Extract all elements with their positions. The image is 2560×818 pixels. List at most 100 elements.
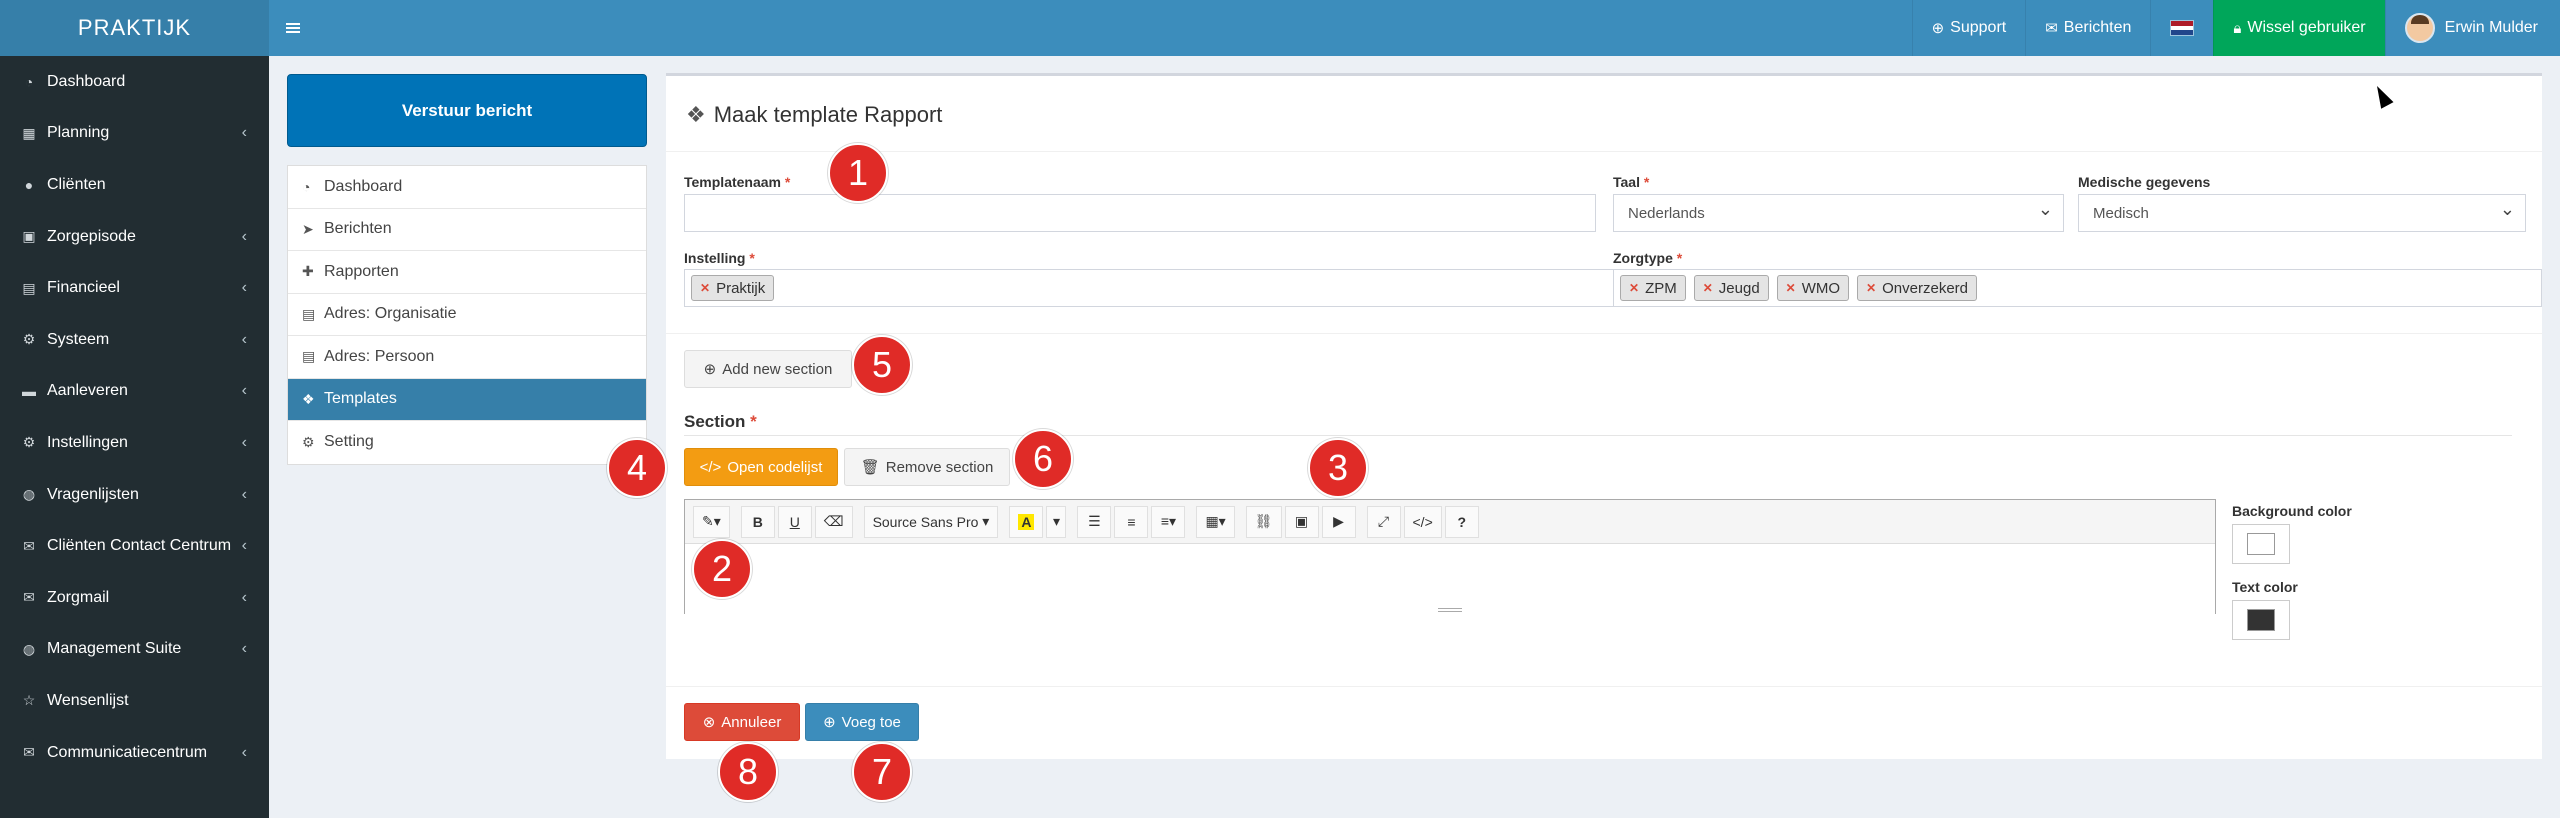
sidebar-item[interactable]: ☆ Wensenlijst bbox=[0, 675, 269, 727]
sidebar-item[interactable]: ● Cliënten bbox=[0, 159, 269, 211]
subnav-item-label: Dashboard bbox=[324, 177, 403, 195]
sidebar-item-label: Cliënten Contact Centrum bbox=[47, 537, 232, 555]
sidebar-item[interactable]: ◔ Dashboard bbox=[0, 56, 269, 108]
help-icon[interactable]: ? bbox=[1444, 505, 1479, 538]
cubes-icon: ❖ bbox=[302, 390, 315, 407]
institution-label: Instelling * bbox=[684, 250, 755, 266]
language-flag-button[interactable] bbox=[2150, 0, 2213, 56]
cogs-icon: ⚙ bbox=[22, 331, 36, 348]
messages-link[interactable]: ✉ Berichten bbox=[2025, 0, 2150, 56]
language-select[interactable]: Nederlands bbox=[1613, 194, 2064, 232]
template-name-label: Templatenaam * bbox=[684, 174, 791, 190]
sidebar-item[interactable]: ⚙ Instellingen ‹ bbox=[0, 417, 269, 469]
sidebar-item[interactable]: ▬ Aanleveren ‹ bbox=[0, 366, 269, 418]
color-dropdown-caret[interactable]: ▾ bbox=[1046, 505, 1067, 538]
subnav-item[interactable]: ❖ Templates bbox=[288, 378, 646, 421]
dashboard-icon: ◔ bbox=[302, 178, 311, 195]
sidebar-item[interactable]: ◍ Management Suite ‹ bbox=[0, 624, 269, 676]
callout-2: 2 bbox=[692, 539, 752, 599]
editor-content-area[interactable] bbox=[685, 544, 2215, 614]
align-icon[interactable]: ≡▾ bbox=[1151, 505, 1186, 538]
ordered-list-icon[interactable]: ≡ bbox=[1114, 505, 1149, 538]
sidebar-item[interactable]: ✉ Communicatiecentrum ‹ bbox=[0, 727, 269, 779]
resize-handle[interactable] bbox=[1438, 608, 1462, 612]
switch-user-button[interactable]: 🔒︎ Wissel gebruiker bbox=[2213, 0, 2385, 56]
bullet-list-icon[interactable]: ☰ bbox=[1077, 505, 1112, 538]
envelope-icon: ✉ bbox=[2045, 20, 2058, 37]
lock-icon: 🔒︎ bbox=[2233, 19, 2242, 37]
selected-tag[interactable]: ✕ Onverzekerd bbox=[1857, 275, 1977, 301]
remove-tag-icon[interactable]: ✕ bbox=[1629, 281, 1639, 295]
add-button[interactable]: ⊕ Voeg toe bbox=[805, 703, 919, 741]
chevron-left-icon: ‹ bbox=[241, 279, 247, 297]
subnav-item[interactable]: ➤ Berichten bbox=[288, 209, 646, 251]
text-color-picker[interactable] bbox=[2232, 600, 2290, 640]
sidebar-item-label: Aanleveren bbox=[47, 382, 128, 400]
callout-5: 5 bbox=[852, 335, 912, 395]
chevron-left-icon: ‹ bbox=[241, 485, 247, 503]
subnav-item[interactable]: ◔ Dashboard bbox=[288, 166, 646, 209]
user-menu[interactable]: Erwin Mulder bbox=[2384, 0, 2560, 56]
sidebar-item[interactable]: ✉ Zorgmail ‹ bbox=[0, 572, 269, 624]
sidebar-item[interactable]: ✉ Cliënten Contact Centrum ‹ bbox=[0, 520, 269, 572]
rich-text-editor: ✎▾ B U ⌫ Source Sans Pro ▾ A ▾ ☰ ≡ ≡▾ ▦▾… bbox=[684, 499, 2216, 614]
care-type-multiselect[interactable]: ✕ ZPM ✕ Jeugd ✕ WMO ✕ Onverzekerd bbox=[1613, 269, 2542, 307]
cancel-button[interactable]: ⊗ Annuleer bbox=[684, 703, 800, 741]
sidebar-item-label: Communicatiecentrum bbox=[47, 743, 208, 761]
video-icon[interactable]: ▶ bbox=[1321, 505, 1356, 538]
callout-3: 3 bbox=[1308, 438, 1368, 498]
font-family-dropdown[interactable]: Source Sans Pro ▾ bbox=[863, 505, 999, 538]
sidebar-item[interactable]: ▣ Zorgepisode ‹ bbox=[0, 211, 269, 263]
institution-multiselect[interactable]: ✕ Praktijk bbox=[684, 269, 1614, 307]
sidebar-item[interactable]: ⚙ Systeem ‹ bbox=[0, 314, 269, 366]
subnav-item[interactable]: ✚ Rapporten bbox=[288, 251, 646, 294]
page-title: ❖ Maak template Rapport bbox=[686, 102, 943, 127]
subnav-item[interactable]: ▤ Adres: Persoon bbox=[288, 336, 646, 379]
selected-tag[interactable]: ✕ ZPM bbox=[1620, 275, 1686, 301]
selected-tag[interactable]: ✕ Praktijk bbox=[691, 275, 775, 301]
selected-tag[interactable]: ✕ Jeugd bbox=[1693, 275, 1769, 301]
eraser-icon[interactable]: ⌫ bbox=[814, 505, 853, 538]
text-color-swatch bbox=[2247, 609, 2275, 631]
remove-tag-icon[interactable]: ✕ bbox=[1866, 281, 1876, 295]
text-color-button[interactable]: A bbox=[1009, 505, 1044, 538]
medkit-icon: ▣ bbox=[22, 228, 36, 245]
fullscreen-icon[interactable]: ⤢ bbox=[1366, 505, 1401, 538]
medical-data-select[interactable]: Medisch bbox=[2078, 194, 2526, 232]
selected-tag[interactable]: ✕ WMO bbox=[1776, 275, 1850, 301]
table-icon[interactable]: ▦▾ bbox=[1196, 505, 1235, 538]
background-color-swatch bbox=[2247, 533, 2275, 555]
open-codelist-button[interactable]: </> Open codelijst bbox=[684, 448, 838, 486]
remove-section-button[interactable]: 🗑︎ Remove section bbox=[844, 448, 1010, 486]
send-message-button[interactable]: Verstuur bericht bbox=[287, 74, 647, 147]
envelope-icon: ✉ bbox=[23, 744, 35, 761]
sidebar-item-label: Instellingen bbox=[47, 433, 128, 451]
sidebar-item-label: Systeem bbox=[47, 330, 110, 348]
support-link[interactable]: ⊕ Support bbox=[1911, 0, 2026, 56]
globe-icon: ◍ bbox=[22, 640, 36, 657]
subnav-item[interactable]: ⚙ Setting bbox=[288, 421, 646, 464]
underline-button[interactable]: U bbox=[777, 505, 812, 538]
add-section-button[interactable]: ⊕ Add new section bbox=[684, 350, 852, 388]
callout-8: 8 bbox=[718, 742, 778, 802]
subnav-item[interactable]: ▤ Adres: Organisatie bbox=[288, 294, 646, 336]
background-color-picker[interactable] bbox=[2232, 524, 2290, 564]
code-view-icon[interactable]: </> bbox=[1403, 505, 1442, 538]
link-icon[interactable]: ⛓ bbox=[1245, 505, 1282, 538]
bold-button[interactable]: B bbox=[740, 505, 775, 538]
life-ring-icon: ⊕ bbox=[1931, 20, 1945, 37]
sidebar-item[interactable]: ◍ Vragenlijsten ‹ bbox=[0, 469, 269, 521]
menu-toggle-icon[interactable] bbox=[269, 0, 317, 56]
medical-data-label: Medische gegevens bbox=[2078, 174, 2211, 190]
template-name-input[interactable] bbox=[684, 194, 1596, 232]
app-logo[interactable]: PRAKTIJK bbox=[0, 0, 269, 56]
remove-tag-icon[interactable]: ✕ bbox=[700, 281, 710, 295]
remove-tag-icon[interactable]: ✕ bbox=[1786, 281, 1796, 295]
sidebar-item[interactable]: ▤ Financieel ‹ bbox=[0, 262, 269, 314]
user-icon: ● bbox=[24, 176, 34, 193]
remove-tag-icon[interactable]: ✕ bbox=[1703, 281, 1713, 295]
magic-style-icon[interactable]: ✎▾ bbox=[693, 505, 730, 538]
picture-icon[interactable]: ▣ bbox=[1284, 505, 1319, 538]
dutch-flag-icon bbox=[2170, 20, 2195, 36]
sidebar-item[interactable]: ▦ Planning ‹ bbox=[0, 108, 269, 160]
